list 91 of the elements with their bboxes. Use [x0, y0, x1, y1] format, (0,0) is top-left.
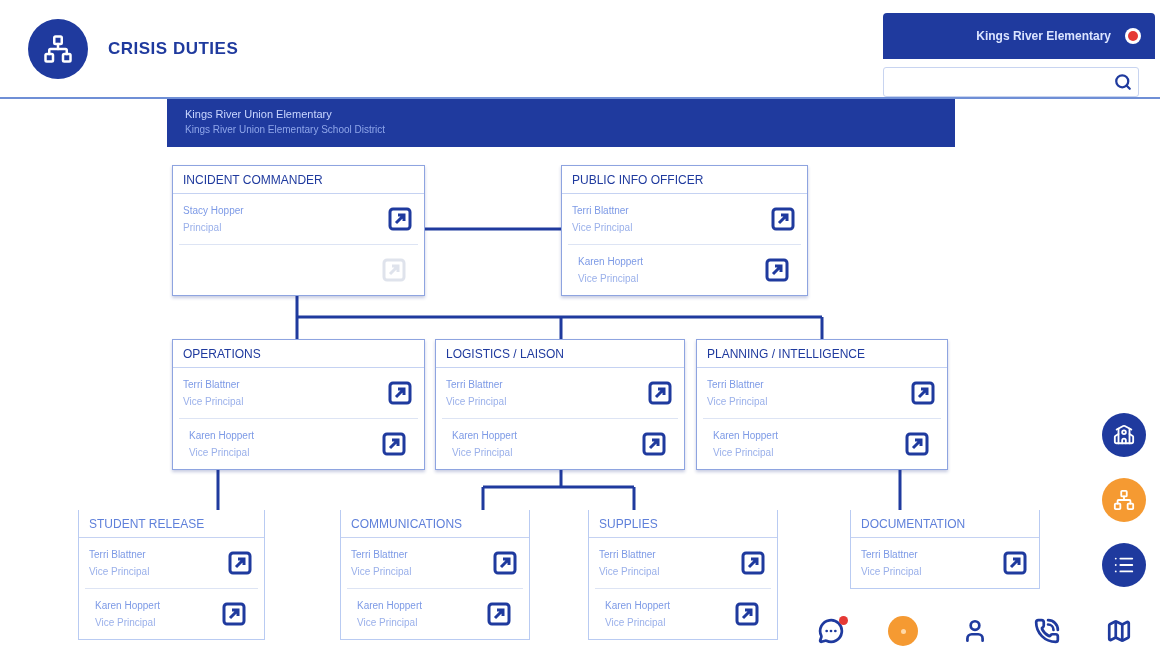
role-title: DOCUMENTATION — [851, 510, 1039, 538]
open-link-icon — [648, 381, 672, 405]
open-link-icon — [388, 381, 412, 405]
open-button[interactable] — [1003, 551, 1027, 575]
open-link-icon — [493, 551, 517, 575]
open-button[interactable] — [487, 602, 511, 626]
school-name: Kings River Union Elementary — [185, 108, 333, 120]
role-title: COMMUNICATIONS — [341, 510, 529, 538]
open-button[interactable] — [388, 381, 412, 405]
open-button[interactable] — [771, 207, 795, 231]
open-button[interactable] — [648, 381, 672, 405]
person-role: Vice Principal — [861, 566, 922, 577]
open-link-icon — [487, 602, 511, 626]
person-role: Vice Principal — [357, 617, 419, 628]
school-button[interactable] — [1102, 413, 1146, 457]
phone-button[interactable] — [1032, 616, 1062, 646]
person-name[interactable]: Karen Hoppert — [189, 430, 255, 441]
role-title: PUBLIC INFO OFFICER — [562, 166, 807, 194]
open-button[interactable] — [493, 551, 517, 575]
search-icon — [1114, 73, 1132, 92]
person-name[interactable]: Terri Blattner — [89, 549, 150, 560]
open-link-icon — [228, 551, 252, 575]
person-role: Vice Principal — [707, 396, 768, 407]
list-button[interactable] — [1102, 543, 1146, 587]
person-role: Vice Principal — [89, 566, 150, 577]
person-role: Vice Principal — [95, 617, 157, 628]
open-link-icon — [735, 602, 759, 626]
phone-icon — [1034, 618, 1060, 644]
open-link-icon — [222, 602, 246, 626]
person-name[interactable]: Karen Hoppert — [605, 600, 671, 611]
page-title: CRISIS DUTIES — [108, 39, 239, 59]
open-button[interactable] — [905, 432, 929, 456]
person-name[interactable]: Terri Blattner — [861, 549, 922, 560]
open-button[interactable] — [228, 551, 252, 575]
open-button[interactable] — [222, 602, 246, 626]
chat-icon — [818, 618, 844, 644]
open-button[interactable] — [911, 381, 935, 405]
person-name[interactable]: Stacy Hopper — [183, 205, 244, 216]
open-link-icon — [771, 207, 795, 231]
chat-button[interactable] — [816, 616, 846, 646]
person-name[interactable]: Terri Blattner — [351, 549, 412, 560]
district-name: Kings River Union Elementary School District — [185, 124, 387, 135]
open-button[interactable] — [765, 258, 789, 282]
person-name[interactable]: Terri Blattner — [183, 379, 244, 390]
person-role: Vice Principal — [452, 447, 514, 458]
org-chart-logo-icon — [28, 19, 88, 79]
person-name[interactable]: Karen Hoppert — [452, 430, 518, 441]
person-role: Vice Principal — [183, 396, 244, 407]
open-link-icon — [1003, 551, 1027, 575]
open-button[interactable] — [735, 602, 759, 626]
person-role: Principal — [183, 222, 223, 233]
person-name[interactable]: Terri Blattner — [707, 379, 768, 390]
role-title: STUDENT RELEASE — [79, 510, 264, 538]
role-title: OPERATIONS — [173, 340, 424, 368]
open-link-icon — [741, 551, 765, 575]
duties-icon — [1113, 489, 1135, 511]
person-name[interactable]: Karen Hoppert — [95, 600, 161, 611]
person-name[interactable]: Terri Blattner — [572, 205, 633, 216]
person-role: Vice Principal — [713, 447, 775, 458]
open-button[interactable] — [741, 551, 765, 575]
person-role: Vice Principal — [572, 222, 633, 233]
person-name[interactable]: Karen Hoppert — [357, 600, 423, 611]
person-name[interactable]: Terri Blattner — [599, 549, 660, 560]
open-link-icon — [765, 258, 789, 282]
school-icon — [1113, 424, 1135, 446]
open-link-icon — [642, 432, 666, 456]
role-title: LOGISTICS / LAISON — [436, 340, 684, 368]
person-role: Vice Principal — [189, 447, 251, 458]
person-name[interactable]: Karen Hoppert — [578, 256, 644, 267]
open-link-icon — [388, 207, 412, 231]
role-title: INCIDENT COMMANDER — [173, 166, 424, 194]
person-name[interactable]: Terri Blattner — [446, 379, 507, 390]
role-title: SUPPLIES — [589, 510, 777, 538]
status-dot-icon — [1125, 28, 1141, 45]
person-role: Vice Principal — [351, 566, 412, 577]
open-button[interactable] — [642, 432, 666, 456]
open-link-icon — [382, 432, 406, 456]
open-link-icon — [905, 432, 929, 456]
search-field[interactable] — [883, 67, 1139, 97]
open-link-icon — [911, 381, 935, 405]
map-icon — [1106, 618, 1132, 644]
person-role: Vice Principal — [599, 566, 660, 577]
person-role: Vice Principal — [605, 617, 667, 628]
person-role: Vice Principal — [446, 396, 507, 407]
person-role: Vice Principal — [578, 273, 640, 284]
role-title: PLANNING / INTELLIGENCE — [697, 340, 947, 368]
school-selector[interactable]: Kings River Elementary — [883, 13, 1155, 60]
person-name[interactable]: Karen Hoppert — [713, 430, 779, 441]
open-button[interactable] — [388, 207, 412, 231]
open-button[interactable] — [382, 432, 406, 456]
open-link-icon — [382, 258, 406, 282]
